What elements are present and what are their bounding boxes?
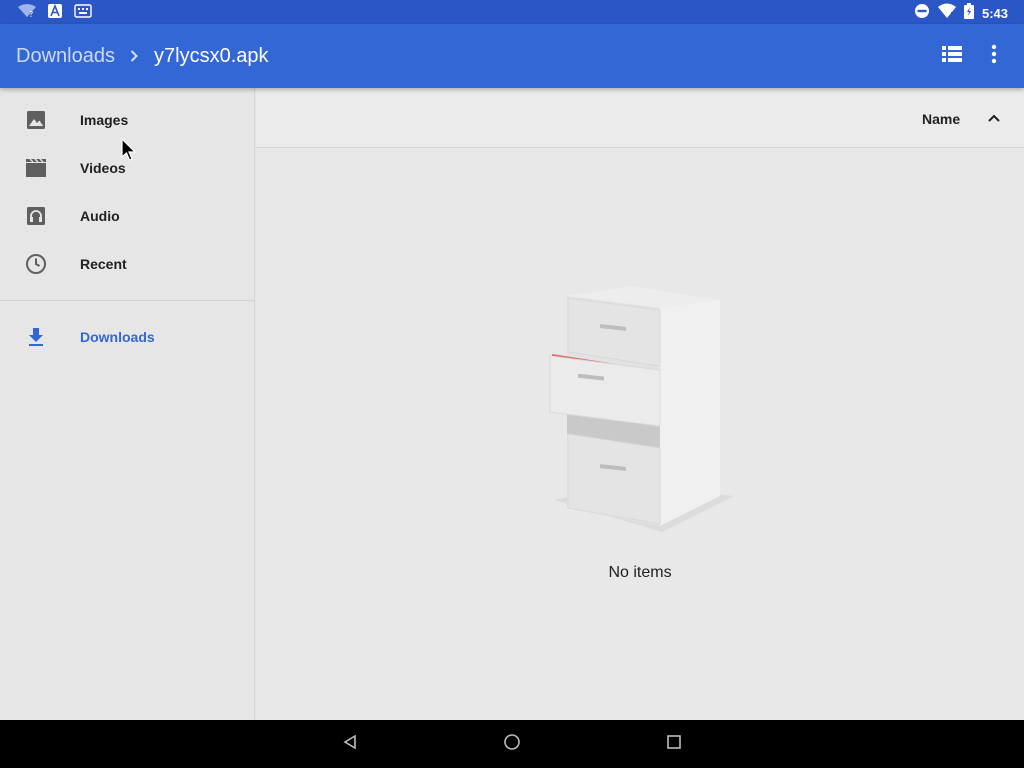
empty-cabinet-illustration: [542, 278, 742, 538]
drawer-divider: [0, 300, 255, 301]
drawer-item-label: Downloads: [80, 329, 155, 345]
status-time: 5:43: [981, 5, 1008, 21]
back-button[interactable]: [338, 732, 362, 756]
breadcrumb-root[interactable]: Downloads: [16, 44, 115, 68]
status-icons-right: 5:43: [914, 3, 1008, 24]
sort-by-name-button[interactable]: Name: [922, 110, 960, 128]
navigation-drawer: Images Videos Audio Recent Downloads: [0, 88, 255, 720]
do-not-disturb-icon: [914, 3, 930, 24]
status-icons-left: ?: [18, 3, 92, 23]
keyboard-icon: [74, 4, 92, 23]
status-bar: ? 5:43: [0, 0, 1024, 24]
drawer-item-images[interactable]: Images: [0, 96, 255, 144]
battery-icon: [963, 3, 974, 24]
home-circle-icon: [503, 733, 521, 756]
empty-state-message: No items: [608, 564, 672, 581]
more-options-button[interactable]: [982, 44, 1006, 68]
sort-ascending-icon[interactable]: [982, 106, 1006, 130]
drawer-item-label: Videos: [80, 160, 126, 176]
drawer-item-label: Images: [80, 112, 129, 128]
breadcrumb-chevron-icon: [124, 46, 144, 71]
video-icon: [24, 156, 48, 180]
app-bar: Downloads y7lycsx0.apk: [0, 24, 1024, 88]
breadcrumb-current[interactable]: y7lycsx0.apk: [154, 44, 269, 68]
drawer-item-label: Recent: [80, 256, 127, 272]
drawer-item-audio[interactable]: Audio: [0, 192, 255, 240]
wifi-icon: [937, 3, 956, 24]
system-navigation-bar: [0, 720, 1024, 768]
back-triangle-icon: [342, 734, 358, 755]
drawer-item-recent[interactable]: Recent: [0, 240, 255, 288]
headphones-icon: [24, 204, 48, 228]
svg-text:?: ?: [29, 10, 33, 18]
mouse-cursor-icon: [121, 137, 137, 167]
list-view-button[interactable]: [940, 44, 964, 68]
list-view-icon: [942, 45, 962, 68]
recents-button[interactable]: [662, 732, 686, 756]
file-list-area: Name No items: [256, 88, 1024, 720]
drawer-item-label: Audio: [80, 208, 120, 224]
image-icon: [24, 108, 48, 132]
recents-square-icon: [666, 734, 682, 755]
a-notification-icon: [48, 3, 62, 23]
drawer-item-downloads[interactable]: Downloads: [0, 313, 255, 361]
wifi-question-icon: ?: [18, 4, 36, 23]
clock-icon: [24, 252, 48, 276]
sort-header: Name: [256, 88, 1024, 148]
more-options-icon: [991, 44, 997, 69]
download-icon: [24, 325, 48, 349]
home-button[interactable]: [500, 732, 524, 756]
